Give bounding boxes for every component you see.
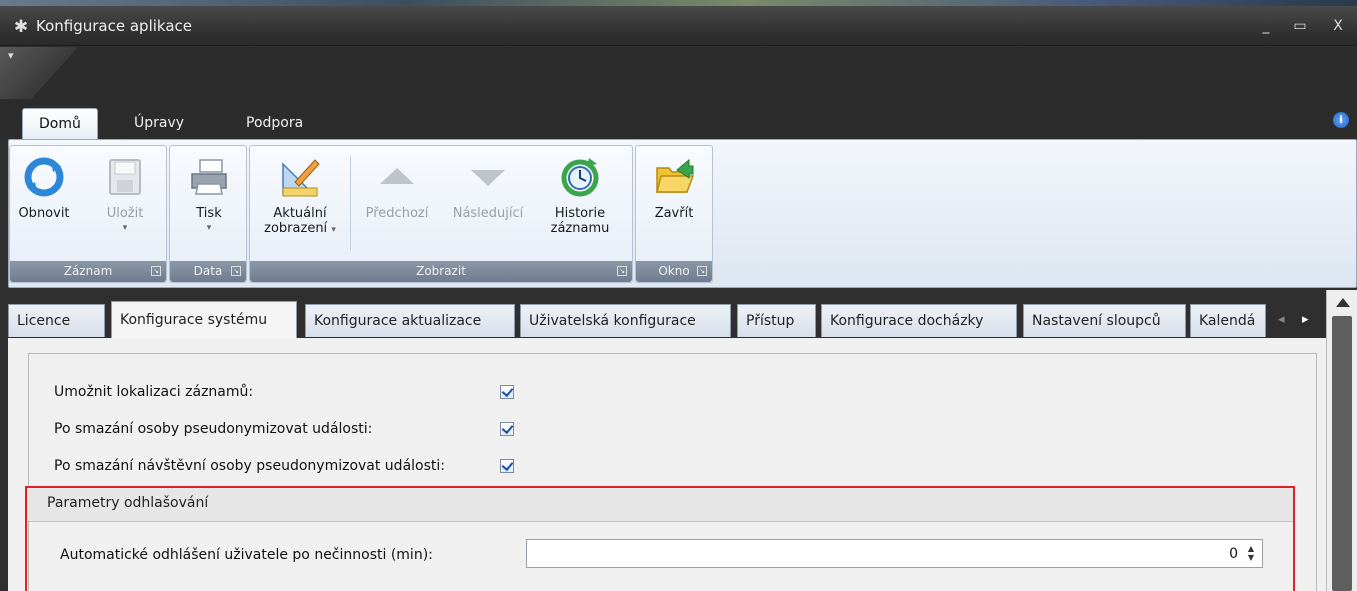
group-label-zaznam: Záznam ↘ [10, 261, 166, 282]
tab-domu[interactable]: Domů [22, 108, 98, 139]
content-area: Licence Konfigurace systému Konfigurace … [8, 290, 1357, 591]
next-button[interactable]: Následující [442, 156, 534, 221]
zaznam-launcher-icon[interactable]: ↘ [151, 266, 161, 276]
tab-licence[interactable]: Licence [8, 304, 105, 337]
print-button[interactable]: Tisk ▾ [180, 156, 238, 236]
pseudonymize-visitor-checkbox[interactable] [500, 459, 514, 473]
refresh-label: Obnovit [18, 206, 70, 221]
save-label: Uložit [106, 206, 144, 221]
arrow-down-icon [471, 170, 505, 186]
tab-konfigurace-aktualizace[interactable]: Konfigurace aktualizace [305, 304, 515, 337]
arrow-up-icon [380, 168, 414, 184]
group-zaznam: Obnovit Uložit ▾ Záznam ↘ [9, 145, 167, 283]
history-label-2: záznamu [550, 221, 610, 236]
tab-upravy[interactable]: Úpravy [118, 108, 200, 139]
print-dropdown-icon[interactable]: ▾ [180, 221, 238, 236]
close-button[interactable]: X [1327, 16, 1349, 36]
tab-podpora[interactable]: Podpora [230, 108, 319, 139]
previous-button[interactable]: Předchozí [354, 156, 440, 221]
separator [350, 156, 351, 250]
tab-nastaveni-sloupcu[interactable]: Nastavení sloupců [1023, 304, 1186, 337]
auto-logout-label: Automatické odhlášení uživatele po nečin… [60, 547, 433, 563]
tab-scroll-buttons: ◂ ▸ [1268, 304, 1326, 337]
save-dropdown-icon[interactable]: ▾ [96, 221, 154, 236]
next-label: Následující [452, 206, 524, 221]
current-view-label-2: zobrazení [264, 221, 328, 236]
tab-uzivatelska-konfigurace[interactable]: Uživatelská konfigurace [520, 304, 731, 337]
data-launcher-icon[interactable]: ↘ [231, 266, 241, 276]
scroll-up-icon[interactable] [1336, 298, 1350, 307]
vertical-scrollbar[interactable] [1326, 290, 1357, 591]
tab-pristup[interactable]: Přístup [737, 304, 816, 337]
info-icon[interactable]: i [1333, 112, 1349, 128]
spinner-arrows-icon[interactable]: ▲ ▼ [1245, 544, 1257, 564]
history-button[interactable]: Historie záznamu [544, 156, 616, 236]
ribbon: Obnovit Uložit ▾ Záznam ↘ Tisk ▾ Data ↘ … [8, 139, 1357, 288]
save-button[interactable]: Uložit ▾ [96, 156, 154, 236]
history-label-1: Historie [554, 206, 606, 221]
auto-logout-spinner[interactable]: 0 ▲ ▼ [526, 539, 1263, 568]
quick-access-toolbar: ▾ [0, 47, 1357, 99]
previous-label: Předchozí [365, 206, 429, 221]
group-label-data: Data ↘ [170, 261, 246, 282]
print-label: Tisk [196, 206, 222, 221]
group-zobrazit-text: Zobrazit [416, 264, 466, 278]
pseudonymize-visitor-label: Po smazání návštěvní osoby pseudonymizov… [54, 458, 445, 474]
group-okno: Zavřít Okno ↘ [635, 145, 713, 283]
folder-exit-icon [656, 158, 695, 193]
close-view-label: Zavřít [654, 206, 694, 221]
group-data-text: Data [193, 264, 223, 278]
minimize-button[interactable]: _ [1255, 16, 1277, 36]
okno-launcher-icon[interactable]: ↘ [697, 266, 707, 276]
tab-scroll-left-icon[interactable]: ◂ [1278, 312, 1285, 327]
tab-konfigurace-dochazky[interactable]: Konfigurace docházky [821, 304, 1017, 337]
tab-scroll-right-icon[interactable]: ▸ [1302, 312, 1309, 327]
printer-icon [191, 159, 227, 195]
app-window: ✱ Konfigurace aplikace _ ▭ X ▾ Domů Úpra… [0, 0, 1357, 591]
group-zaznam-text: Záznam [63, 264, 113, 278]
pseudonymize-person-checkbox[interactable] [500, 422, 514, 436]
tab-konfigurace-systemu[interactable]: Konfigurace systému [111, 301, 297, 338]
current-view-button[interactable]: Aktuální zobrazení ▾ [254, 156, 346, 238]
auto-logout-value[interactable]: 0 [1229, 546, 1238, 562]
title-bar[interactable]: ✱ Konfigurace aplikace _ ▭ X [0, 6, 1357, 46]
group-label-okno: Okno ↘ [636, 261, 712, 282]
history-clock-icon [561, 158, 599, 197]
close-view-button[interactable]: Zavřít [644, 156, 704, 221]
group-okno-text: Okno [658, 264, 690, 278]
zobrazit-launcher-icon[interactable]: ↘ [617, 266, 627, 276]
gear-icon: ✱ [13, 17, 29, 37]
floppy-disk-icon [109, 159, 141, 195]
group-data: Tisk ▾ Data ↘ [169, 145, 247, 283]
refresh-icon [24, 157, 64, 197]
refresh-button[interactable]: Obnovit [14, 156, 74, 221]
tab-kalendar[interactable]: Kalendá [1190, 304, 1266, 337]
localization-checkbox[interactable] [500, 385, 514, 399]
current-view-label-1: Aktuální [273, 206, 327, 221]
content-tab-strip: Licence Konfigurace systému Konfigurace … [8, 290, 1326, 338]
ruler-pencil-icon [282, 159, 320, 197]
group-label-zobrazit: Zobrazit ↘ [250, 261, 632, 282]
group-zobrazit: Aktuální zobrazení ▾ Předchozí Následují… [249, 145, 633, 283]
scrollbar-thumb[interactable] [1332, 316, 1352, 591]
ribbon-tab-strip: Domů Úpravy Podpora [0, 99, 1357, 139]
logout-params-title: Parametry odhlašování [47, 495, 209, 511]
maximize-button[interactable]: ▭ [1289, 16, 1311, 36]
localization-label: Umožnit lokalizaci záznamů: [54, 384, 254, 400]
current-view-dropdown-icon[interactable]: ▾ [331, 225, 336, 235]
window-title: Konfigurace aplikace [36, 17, 192, 35]
pseudonymize-person-label: Po smazání osoby pseudonymizovat událost… [54, 421, 373, 437]
logout-params-header: Parametry odhlašování [27, 488, 1293, 522]
qat-customize-icon[interactable]: ▾ [8, 49, 14, 62]
